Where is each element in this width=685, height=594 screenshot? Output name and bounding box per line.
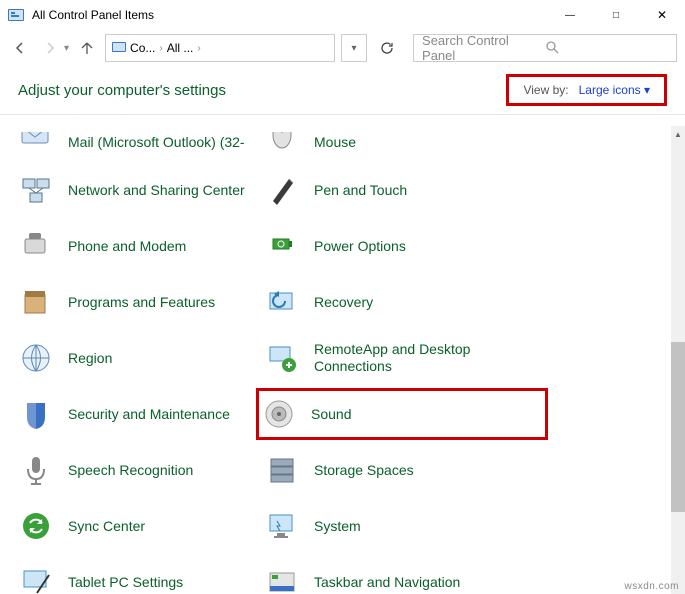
view-by-highlight: View by: Large icons ▾ — [506, 74, 667, 106]
forward-button[interactable] — [38, 36, 62, 60]
settings-heading: Adjust your computer's settings — [18, 82, 506, 99]
content-pane: Mail (Microsoft Outlook) (32-bit) Mouse … — [0, 126, 671, 594]
up-button[interactable] — [75, 36, 99, 60]
breadcrumb-1[interactable]: Co... — [130, 41, 155, 55]
item-tablet[interactable]: Tablet PC Settings — [14, 562, 260, 594]
item-mouse[interactable]: Mouse — [260, 132, 506, 154]
item-security[interactable]: Security and Maintenance — [14, 394, 260, 434]
item-mail[interactable]: Mail (Microsoft Outlook) (32-bit) — [14, 132, 260, 154]
speech-icon — [18, 452, 54, 488]
item-sound-highlight[interactable]: Sound — [256, 388, 548, 440]
breadcrumb-sep: › — [197, 43, 200, 54]
storage-icon — [264, 452, 300, 488]
view-by-dropdown[interactable]: Large icons ▾ — [579, 83, 650, 97]
mail-icon — [18, 132, 54, 152]
network-icon — [18, 172, 54, 208]
scroll-up[interactable]: ▲ — [671, 126, 685, 142]
item-power[interactable]: Power Options — [260, 226, 506, 266]
address-dropdown[interactable]: ▾ — [341, 34, 367, 62]
item-sync[interactable]: Sync Center — [14, 506, 260, 546]
item-storage[interactable]: Storage Spaces — [260, 450, 506, 490]
address-bar[interactable]: Co... › All ... › — [105, 34, 335, 62]
breadcrumb-2[interactable]: All ... — [167, 41, 194, 55]
title-bar: All Control Panel Items — □ ✕ — [0, 0, 685, 30]
sub-header: Adjust your computer's settings View by:… — [0, 66, 685, 114]
minimize-button[interactable]: — — [547, 0, 593, 30]
phone-icon — [18, 228, 54, 264]
nav-toolbar: ▾ Co... › All ... › ▾ Search Control Pan… — [0, 30, 685, 66]
item-taskbar[interactable]: Taskbar and Navigation — [260, 562, 506, 594]
close-button[interactable]: ✕ — [639, 0, 685, 30]
item-phone[interactable]: Phone and Modem — [14, 226, 260, 266]
refresh-button[interactable] — [373, 34, 401, 62]
history-dropdown[interactable]: ▾ — [64, 43, 69, 54]
pen-icon — [264, 172, 300, 208]
power-icon — [264, 228, 300, 264]
search-input[interactable]: Search Control Panel — [413, 34, 677, 62]
search-placeholder: Search Control Panel — [422, 33, 545, 63]
item-region[interactable]: Region — [14, 338, 260, 378]
scrollbar[interactable]: ▲ — [671, 126, 685, 594]
view-by-label: View by: — [523, 83, 568, 97]
item-programs[interactable]: Programs and Features — [14, 282, 260, 322]
taskbar-icon — [264, 564, 300, 594]
back-button[interactable] — [8, 36, 32, 60]
mouse-icon — [264, 132, 300, 152]
remote-icon — [264, 340, 300, 376]
item-speech[interactable]: Speech Recognition — [14, 450, 260, 490]
item-pen[interactable]: Pen and Touch — [260, 170, 506, 210]
maximize-button[interactable]: □ — [593, 0, 639, 30]
programs-icon — [18, 284, 54, 320]
item-network[interactable]: Network and Sharing Center — [14, 170, 260, 210]
sync-icon — [18, 508, 54, 544]
system-icon — [264, 508, 300, 544]
window-title: All Control Panel Items — [32, 8, 547, 22]
tablet-icon — [18, 564, 54, 594]
search-icon — [545, 40, 668, 57]
security-icon — [18, 396, 54, 432]
region-icon — [18, 340, 54, 376]
item-remote[interactable]: RemoteApp and Desktop Connections — [260, 338, 506, 378]
sound-icon — [261, 396, 297, 432]
item-system[interactable]: System — [260, 506, 506, 546]
control-panel-icon — [8, 7, 24, 23]
scroll-thumb[interactable] — [671, 342, 685, 512]
item-recovery[interactable]: Recovery — [260, 282, 506, 322]
breadcrumb-sep: › — [159, 43, 162, 54]
control-panel-icon — [112, 40, 126, 57]
recovery-icon — [264, 284, 300, 320]
divider — [0, 114, 685, 115]
watermark: wsxdn.com — [624, 581, 679, 592]
